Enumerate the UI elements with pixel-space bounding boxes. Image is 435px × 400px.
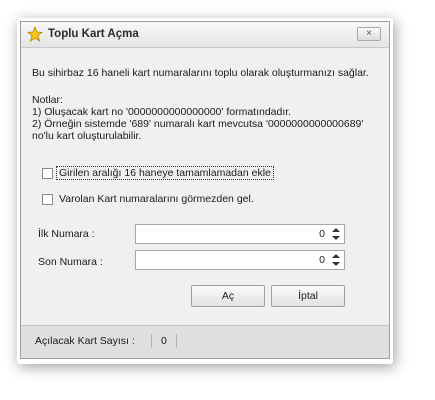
arrow-down-icon[interactable] — [332, 236, 340, 240]
title-bar[interactable]: Toplu Kart Açma × — [21, 22, 389, 48]
star-icon — [26, 25, 44, 42]
dialog-content: Bu sihirbaz 16 haneli kart numaralarını … — [21, 48, 389, 358]
intro-text: Bu sihirbaz 16 haneli kart numaralarını … — [32, 67, 369, 79]
status-divider — [151, 334, 152, 348]
notes-line-3: no'lu kart oluşturulabilir. — [32, 130, 142, 142]
status-bar: Açılacak Kart Sayısı : 0 — [21, 325, 389, 358]
notes-line-2: 2) Örneğin sistemde '689' numaralı kart … — [32, 118, 364, 130]
ignore-existing-checkbox-label[interactable]: Varolan Kart numaralarını görmezden gel. — [59, 193, 254, 205]
first-number-spinner[interactable] — [330, 226, 342, 242]
dialog-window: Toplu Kart Açma × Bu sihirbaz 16 haneli … — [20, 21, 390, 359]
first-number-input[interactable]: 0 — [135, 224, 345, 244]
close-button[interactable]: × — [357, 27, 381, 41]
card-count-label: Açılacak Kart Sayısı : — [35, 335, 135, 347]
close-icon: × — [366, 28, 372, 39]
last-number-input[interactable]: 0 — [135, 250, 345, 270]
pad-checkbox[interactable] — [42, 168, 53, 179]
open-button[interactable]: Aç — [191, 285, 265, 307]
notes-heading: Notlar: — [32, 94, 63, 106]
status-divider — [176, 334, 177, 348]
window-title: Toplu Kart Açma — [48, 28, 139, 40]
last-number-spinner[interactable] — [330, 252, 342, 268]
arrow-up-icon[interactable] — [332, 228, 340, 232]
last-number-value: 0 — [319, 254, 325, 266]
card-count-value: 0 — [161, 335, 167, 347]
arrow-down-icon[interactable] — [332, 262, 340, 266]
notes-line-1: 1) Oluşacak kart no '0000000000000000' f… — [32, 106, 292, 118]
last-number-label: Son Numara : — [38, 256, 103, 268]
cancel-button[interactable]: İptal — [271, 285, 345, 307]
ignore-existing-checkbox[interactable] — [42, 194, 53, 205]
first-number-value: 0 — [319, 228, 325, 240]
pad-checkbox-label[interactable]: Girilen aralığı 16 haneye tamamlamadan e… — [56, 166, 274, 180]
arrow-up-icon[interactable] — [332, 254, 340, 258]
first-number-label: İlk Numara : — [38, 228, 95, 240]
